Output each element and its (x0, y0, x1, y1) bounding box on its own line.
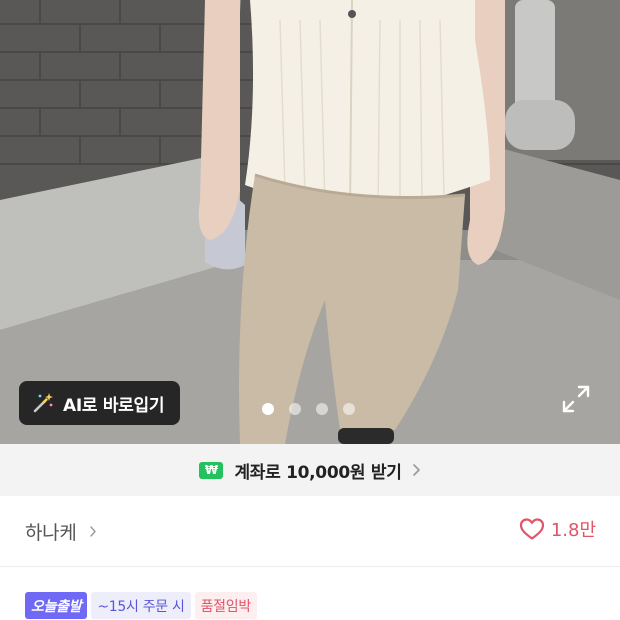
chevron-right-icon (412, 464, 420, 476)
carousel-dot-4[interactable] (343, 403, 355, 415)
account-cashback-banner[interactable]: ₩ 계좌로 10,000원 받기 (0, 444, 620, 496)
carousel-dot-2[interactable] (289, 403, 301, 415)
magic-wand-icon (33, 393, 53, 413)
like-count: 1.8만 (550, 520, 596, 541)
shop-name: 하나케 (25, 522, 77, 544)
like-button[interactable]: 1.8만 (519, 516, 596, 542)
promo-text: 계좌로 10,000원 받기 (234, 462, 402, 483)
product-photo (0, 0, 620, 444)
order-cutoff-badge: ~15시 주문 시 (91, 592, 191, 619)
carousel-indicator (262, 403, 355, 415)
chevron-right-icon (89, 526, 96, 537)
section-divider (0, 566, 620, 567)
today-dispatch-badge: 오늘출발 (25, 592, 88, 619)
low-stock-badge: 품절임박 (194, 592, 257, 619)
ai-try-on-button[interactable]: AI로 바로입기 (19, 381, 180, 425)
carousel-dot-3[interactable] (316, 403, 328, 415)
product-image[interactable]: AI로 바로입기 (0, 0, 620, 444)
ai-try-on-label: AI로 바로입기 (63, 395, 165, 416)
badge-row: 오늘출발 ~15시 주문 시 품절임박 (25, 592, 257, 619)
shop-row: 하나케 1.8만 (0, 496, 620, 566)
expand-icon[interactable] (562, 385, 590, 413)
carousel-dot-1[interactable] (262, 403, 274, 415)
heart-icon (519, 518, 544, 540)
shop-link[interactable]: 하나케 (25, 518, 97, 545)
won-icon: ₩ (199, 461, 224, 479)
